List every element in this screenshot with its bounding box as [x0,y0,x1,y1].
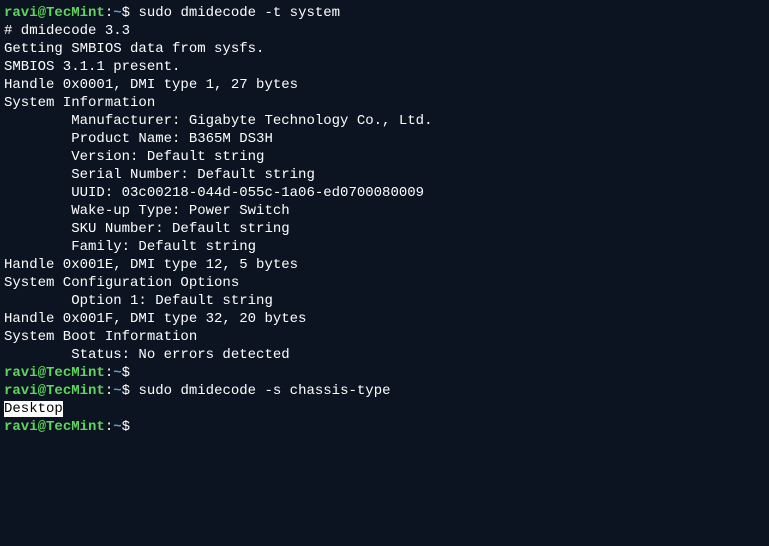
output-line: Handle 0x001E, DMI type 12, 5 bytes [4,256,765,274]
output-line: Manufacturer: Gigabyte Technology Co., L… [4,112,765,130]
prompt-line-2[interactable]: ravi@TecMint:~$ [4,364,765,382]
highlighted-output: Desktop [4,401,63,417]
path: ~ [113,5,121,21]
output-line: System Boot Information [4,328,765,346]
output-line: Product Name: B365M DS3H [4,130,765,148]
prompt-line-3[interactable]: ravi@TecMint:~$ sudo dmidecode -s chassi… [4,382,765,400]
colon: : [105,5,113,21]
path: ~ [113,365,121,381]
output-line: SKU Number: Default string [4,220,765,238]
colon: : [105,383,113,399]
user: ravi [4,5,38,21]
chassis-type-result: Desktop [4,400,765,418]
user: ravi [4,383,38,399]
host: TecMint [46,365,105,381]
output-line: Serial Number: Default string [4,166,765,184]
dollar: $ [122,383,139,399]
at-symbol: @ [38,419,46,435]
user: ravi [4,419,38,435]
output-line: Version: Default string [4,148,765,166]
output-line: Handle 0x001F, DMI type 32, 20 bytes [4,310,765,328]
output-line: Handle 0x0001, DMI type 1, 27 bytes [4,76,765,94]
path: ~ [113,419,121,435]
output-line: Option 1: Default string [4,292,765,310]
user: ravi [4,365,38,381]
output-line: Family: Default string [4,238,765,256]
dollar: $ [122,365,139,381]
colon: : [105,419,113,435]
at-symbol: @ [38,383,46,399]
colon: : [105,365,113,381]
output-line: UUID: 03c00218-044d-055c-1a06-ed07000800… [4,184,765,202]
command-1: sudo dmidecode -t system [138,5,340,21]
output-line: # dmidecode 3.3 [4,22,765,40]
host: TecMint [46,383,105,399]
at-symbol: @ [38,365,46,381]
output-line: System Configuration Options [4,274,765,292]
output-line: Status: No errors detected [4,346,765,364]
prompt-line-4[interactable]: ravi@TecMint:~$ [4,418,765,436]
output-line: Getting SMBIOS data from sysfs. [4,40,765,58]
output-line: System Information [4,94,765,112]
dollar: $ [122,419,139,435]
host: TecMint [46,419,105,435]
output-line: Wake-up Type: Power Switch [4,202,765,220]
command-2: sudo dmidecode -s chassis-type [138,383,390,399]
at-symbol: @ [38,5,46,21]
prompt-line-1[interactable]: ravi@TecMint:~$ sudo dmidecode -t system [4,4,765,22]
path: ~ [113,383,121,399]
dollar: $ [122,5,139,21]
output-line: SMBIOS 3.1.1 present. [4,58,765,76]
host: TecMint [46,5,105,21]
